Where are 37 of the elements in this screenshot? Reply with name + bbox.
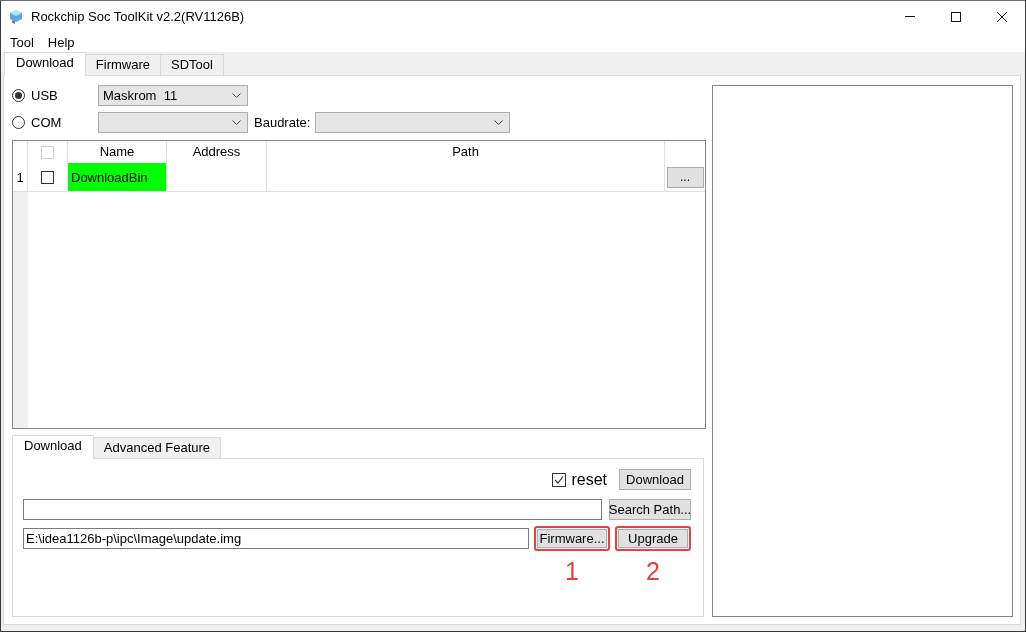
row-number: 1 <box>16 169 24 185</box>
window-title: Rockchip Soc ToolKit v2.2(RV1126B) <box>31 9 245 24</box>
firmware-path-field[interactable]: E:\idea1126b-p\ipc\Image\update.img <box>23 528 529 549</box>
search-path-button[interactable]: Search Path... <box>609 499 691 520</box>
tab[interactable]: Download <box>12 435 94 459</box>
maximize-icon <box>951 11 961 22</box>
close-icon <box>997 11 1007 22</box>
app-icon <box>10 9 22 24</box>
search-path-field[interactable] <box>23 499 602 520</box>
menu-item[interactable]: Tool <box>3 34 41 50</box>
chevron-down-icon <box>232 93 241 98</box>
download-button[interactable]: Download <box>619 469 691 490</box>
step-number: 2 <box>646 559 660 584</box>
tab[interactable]: Advanced Feature <box>92 437 222 458</box>
action-button[interactable]: Firmware... <box>534 526 610 551</box>
chevron-down-icon <box>232 120 241 125</box>
radio-label[interactable]: USB <box>31 88 58 103</box>
tab[interactable]: SDTool <box>160 54 224 75</box>
device-dropdown[interactable]: Maskrom 11 <box>98 85 248 106</box>
action-button[interactable]: Upgrade <box>615 526 691 551</box>
checkbox[interactable] <box>552 472 567 487</box>
browse-button[interactable]: ... <box>666 166 704 188</box>
tab[interactable]: Download <box>4 52 86 76</box>
radio-button[interactable] <box>12 116 25 129</box>
baudrate-label: Baudrate: <box>254 115 311 130</box>
checkbox-label[interactable]: reset <box>571 470 607 489</box>
radio-button[interactable] <box>12 89 25 102</box>
menu-item[interactable]: Help <box>40 34 82 50</box>
table-cell: DownloadBin <box>68 163 167 192</box>
radio-label[interactable]: COM <box>31 115 62 130</box>
column-header[interactable]: Path <box>452 144 479 159</box>
checkbox[interactable] <box>41 170 54 184</box>
column-header[interactable]: Name <box>99 144 135 159</box>
step-number: 1 <box>565 559 579 584</box>
chevron-down-icon <box>494 120 504 125</box>
column-header[interactable]: Address <box>192 144 241 159</box>
minimize-icon <box>905 16 915 17</box>
